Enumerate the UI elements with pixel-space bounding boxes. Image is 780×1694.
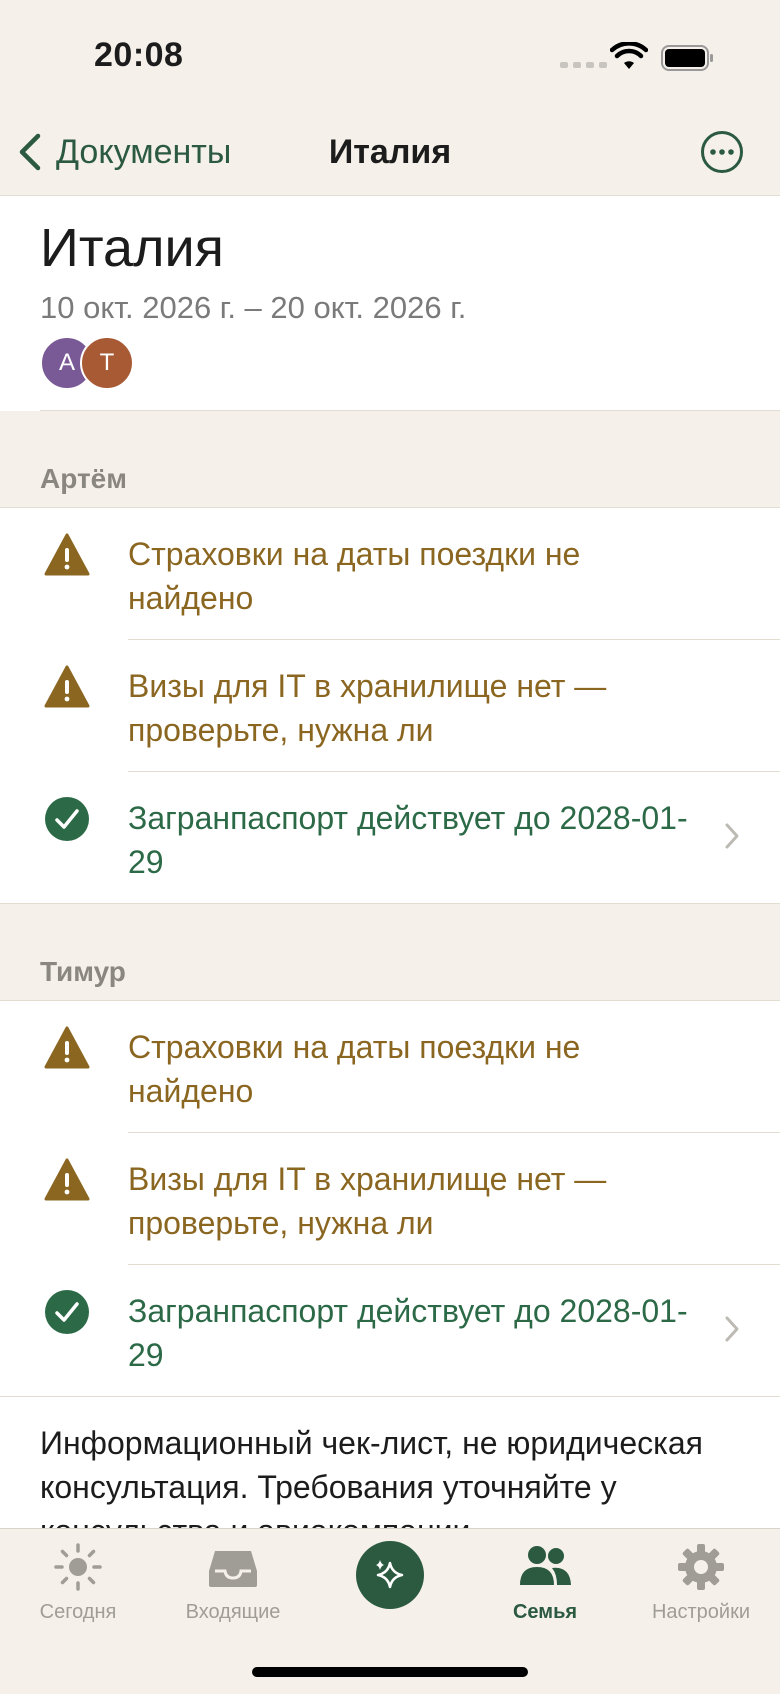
navigation-bar: Документы Италия [0, 110, 780, 196]
trip-title: Италия [40, 218, 224, 278]
passport-row[interactable]: Загранпаспорт действует до 2028-01-29 [0, 1265, 780, 1397]
disclaimer-text: Информационный чек-лист, не юридическая … [0, 1397, 780, 1528]
checklist-text: Загранпаспорт действует до 2028-01-29 [128, 800, 688, 880]
checklist-item: Страховки на даты поездки не найдено [0, 1001, 780, 1133]
tab-label: Настройки [651, 1601, 751, 1623]
sun-icon [54, 1543, 102, 1591]
checklist: Страховки на даты поездки не найдено Виз… [0, 507, 780, 904]
checklist-text: Страховки на даты поездки не найдено [128, 536, 581, 616]
cellular-signal-icon [560, 62, 607, 68]
nav-title: Италия [328, 133, 452, 171]
warning-icon [44, 1158, 90, 1201]
tab-family[interactable]: Семья [470, 1541, 620, 1624]
section-person: Тимур Страховки на даты поездки не найде… [0, 904, 780, 1397]
warning-icon [44, 1026, 90, 1069]
tab-today[interactable]: Сегодня [3, 1541, 153, 1624]
chevron-right-icon [725, 1316, 739, 1342]
tab-inbox[interactable]: Входящие [158, 1541, 308, 1624]
tab-settings[interactable]: Настройки [626, 1541, 776, 1624]
passport-row[interactable]: Загранпаспорт действует до 2028-01-29 [0, 772, 780, 904]
checklist-text: Визы для IT в хранилище нет — проверьте,… [128, 668, 607, 748]
tab-label: Сегодня [39, 1601, 117, 1623]
home-indicator [252, 1667, 528, 1677]
check-circle-icon [45, 1290, 89, 1334]
warning-icon [44, 533, 90, 576]
status-bar: 20:08 [0, 0, 780, 110]
check-circle-icon [45, 797, 89, 841]
more-options-button[interactable] [700, 130, 744, 174]
chevron-right-icon [725, 823, 739, 849]
inbox-tray-icon [209, 1551, 257, 1587]
assistant-button[interactable] [356, 1541, 424, 1609]
warning-icon [44, 665, 90, 708]
traveler-avatars: А Т [40, 336, 140, 390]
trip-header: Италия 10 окт. 2026 г. – 20 окт. 2026 г.… [0, 196, 780, 411]
section-header: Тимур [0, 904, 780, 1000]
checklist-text: Визы для IT в хранилище нет — проверьте,… [128, 1161, 607, 1241]
wifi-icon [610, 42, 648, 69]
trip-dates: 10 окт. 2026 г. – 20 окт. 2026 г. [40, 290, 467, 325]
sparkles-icon [376, 1560, 404, 1589]
checklist: Страховки на даты поездки не найдено Виз… [0, 1000, 780, 1397]
status-time: 20:08 [94, 36, 184, 74]
section-title: Артём [40, 463, 127, 494]
checklist-text: Страховки на даты поездки не найдено [128, 1029, 581, 1109]
content-scroll[interactable]: Италия 10 окт. 2026 г. – 20 окт. 2026 г.… [0, 196, 780, 1528]
section-header: Артём [0, 411, 780, 507]
checklist-text: Загранпаспорт действует до 2028-01-29 [128, 1293, 688, 1373]
section-person: Артём Страховки на даты поездки не найде… [0, 411, 780, 904]
people-icon [520, 1546, 571, 1585]
battery-icon [661, 45, 713, 71]
tab-label: Семья [512, 1601, 578, 1623]
checklist-item: Визы для IT в хранилище нет — проверьте,… [0, 1133, 780, 1265]
tab-label: Входящие [185, 1601, 281, 1623]
divider [0, 1396, 780, 1397]
checklist-item: Визы для IT в хранилище нет — проверьте,… [0, 640, 780, 772]
avatar: Т [80, 336, 134, 390]
gear-icon [678, 1544, 724, 1590]
section-title: Тимур [40, 956, 126, 987]
checklist-item: Страховки на даты поездки не найдено [0, 508, 780, 640]
